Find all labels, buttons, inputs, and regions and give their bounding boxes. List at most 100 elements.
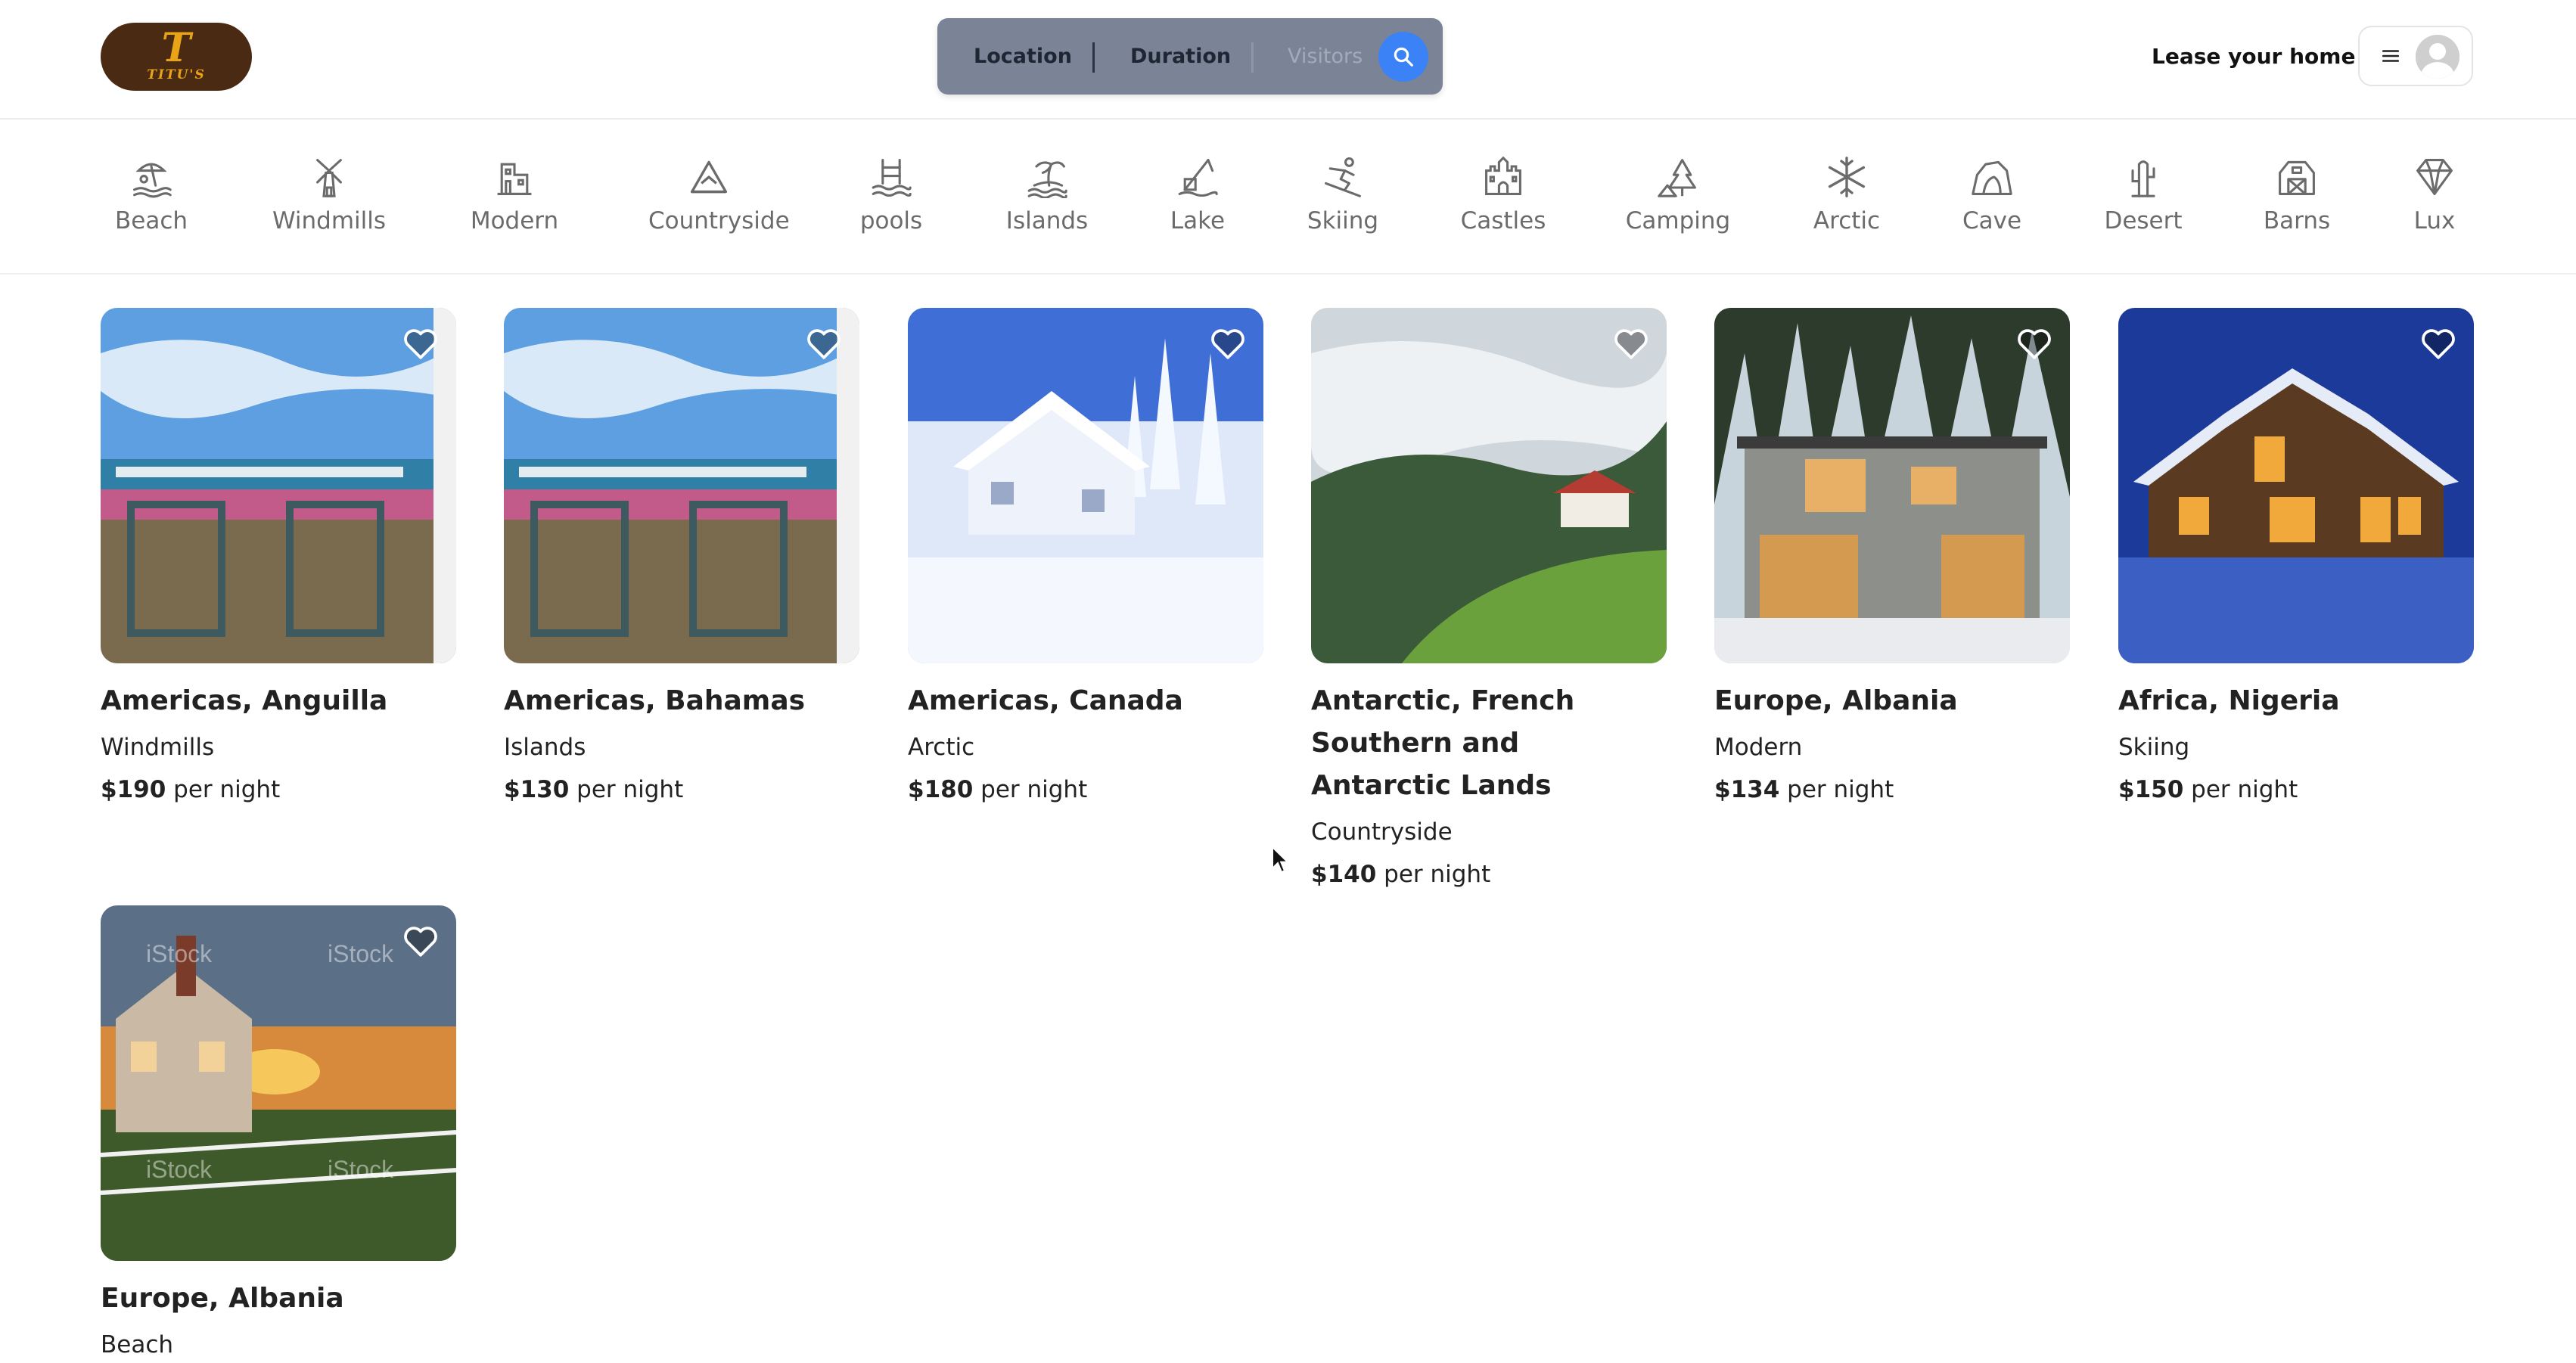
favorite-heart-icon[interactable] [2015, 324, 2053, 362]
search-icon [1394, 47, 1413, 67]
category-modern[interactable]: Modern [454, 156, 575, 234]
search-divider [1251, 42, 1254, 73]
listing-location: Europe, Albania [101, 1283, 344, 1314]
site-logo[interactable]: T TITU'S [101, 23, 252, 91]
category-label: pools [859, 207, 923, 234]
listing-category: Islands [504, 734, 586, 761]
category-camping[interactable]: Camping [1617, 156, 1739, 234]
default-avatar-icon [2416, 35, 2459, 79]
category-label: Lux [2413, 207, 2456, 234]
listing-photo[interactable] [1311, 308, 1667, 663]
price-unit: per night [166, 776, 281, 803]
category-pools[interactable]: pools [831, 156, 952, 234]
category-label: Camping [1625, 207, 1731, 234]
category-beach[interactable]: Beach [91, 156, 212, 234]
listing-category: Skiing [2118, 734, 2190, 761]
hamburger-menu-icon [2382, 50, 2400, 62]
beach-icon [133, 163, 172, 198]
listing-location: Americas, Canada [908, 685, 1183, 716]
listing-location: Antarctic, French Southern and Antarctic… [1311, 685, 1575, 801]
user-menu-button[interactable] [2358, 26, 2473, 86]
category-label: Cave [1962, 207, 2022, 234]
cave-icon [1972, 160, 2012, 195]
price-amount: $134 [1714, 776, 1780, 803]
category-barns[interactable]: Barns [2236, 156, 2357, 234]
listing-card[interactable]: Americas, Bahamas Islands $130 per night [504, 308, 859, 807]
listing-price: $190 per night [101, 772, 456, 807]
price-unit: per night [1376, 861, 1491, 888]
island-icon [1027, 161, 1067, 198]
top-navbar: T TITU'S Location Duration Visitors Leas… [0, 0, 2576, 120]
listing-location: Americas, Anguilla [101, 685, 388, 716]
listing-price: $134 per night [1714, 772, 2070, 807]
listing-photo[interactable]: iStock iStock iStock iStock [101, 905, 456, 1261]
category-cave[interactable]: Cave [1931, 156, 2052, 234]
price-unit: per night [569, 776, 684, 803]
category-label: Arctic [1813, 207, 1881, 234]
category-label: Castles [1460, 207, 1546, 234]
diamond-icon [2416, 159, 2453, 195]
windmill-icon [316, 159, 342, 197]
listing-photo[interactable] [908, 308, 1263, 663]
mountain-icon [690, 160, 728, 194]
pool-icon [872, 159, 912, 197]
search-duration-button[interactable]: Duration [1130, 18, 1231, 95]
camping-icon [1658, 159, 1696, 197]
listing-category: Countryside [1311, 818, 1453, 846]
search-submit-button[interactable] [1378, 32, 1428, 82]
listing-location: Americas, Bahamas [504, 685, 806, 716]
category-label: Lake [1170, 207, 1226, 234]
favorite-heart-icon[interactable] [2419, 324, 2457, 362]
price-amount: $150 [2118, 776, 2184, 803]
lake-icon [1178, 159, 1218, 197]
snowflake-icon [1828, 157, 1866, 197]
category-islands[interactable]: Islands [987, 156, 1108, 234]
category-label: Barns [2263, 207, 2331, 234]
category-desert[interactable]: Desert [2083, 156, 2204, 234]
favorite-heart-icon[interactable] [402, 922, 440, 960]
modern-building-icon [497, 163, 532, 195]
watermark: iStock [328, 1156, 394, 1183]
listing-category: Modern [1714, 734, 1803, 761]
listing-card[interactable]: Americas, Anguilla Windmills $190 per ni… [101, 308, 456, 807]
listing-price: $140 per night [1311, 857, 1667, 892]
listing-card[interactable]: iStock iStock iStock iStock Europe, Alba… [101, 905, 456, 1362]
listing-location: Europe, Albania [1714, 685, 1958, 716]
category-label: Desert [2104, 207, 2183, 234]
favorite-heart-icon[interactable] [805, 324, 843, 362]
listing-photo[interactable] [2118, 308, 2474, 663]
listing-card[interactable]: Africa, Nigeria Skiing $150 per night [2118, 308, 2474, 807]
category-label: Islands [1005, 207, 1089, 234]
listing-photo[interactable] [101, 308, 456, 663]
favorite-heart-icon[interactable] [1209, 324, 1247, 362]
category-windmills[interactable]: Windmills [269, 156, 390, 234]
category-label: Windmills [272, 207, 387, 234]
category-arctic[interactable]: Arctic [1786, 156, 1907, 234]
mouse-cursor-icon [1272, 846, 1289, 874]
category-label: Beach [114, 207, 188, 234]
listing-price: $130 per night [504, 772, 859, 807]
cactus-icon [2131, 160, 2155, 197]
listing-category: Windmills [101, 734, 215, 761]
search-visitors-button[interactable]: Visitors [1288, 18, 1363, 95]
listing-card[interactable]: Americas, Canada Arctic $180 per night [908, 308, 1263, 807]
favorite-heart-icon[interactable] [1612, 324, 1650, 362]
listing-photo[interactable] [1714, 308, 2070, 663]
search-bar: Location Duration Visitors [937, 18, 1443, 95]
search-location-button[interactable]: Location [974, 18, 1072, 95]
category-countryside[interactable]: Countryside [648, 156, 790, 234]
skiing-icon [1325, 157, 1361, 197]
listing-photo[interactable] [504, 308, 859, 663]
listing-card[interactable]: Europe, Albania Modern $134 per night [1714, 308, 2070, 807]
category-lake[interactable]: Lake [1137, 156, 1258, 234]
category-castles[interactable]: Castles [1443, 156, 1564, 234]
favorite-heart-icon[interactable] [402, 324, 440, 362]
barn-icon [2279, 160, 2315, 195]
lease-your-home-link[interactable]: Lease your home [2152, 38, 2355, 76]
category-lux[interactable]: Lux [2374, 156, 2495, 234]
category-label: Countryside [648, 207, 790, 234]
listing-price: $150 per night [2118, 772, 2474, 807]
category-skiing[interactable]: Skiing [1282, 156, 1403, 234]
listing-card[interactable]: Antarctic, French Southern and Antarctic… [1311, 308, 1667, 892]
price-amount: $130 [504, 776, 570, 803]
